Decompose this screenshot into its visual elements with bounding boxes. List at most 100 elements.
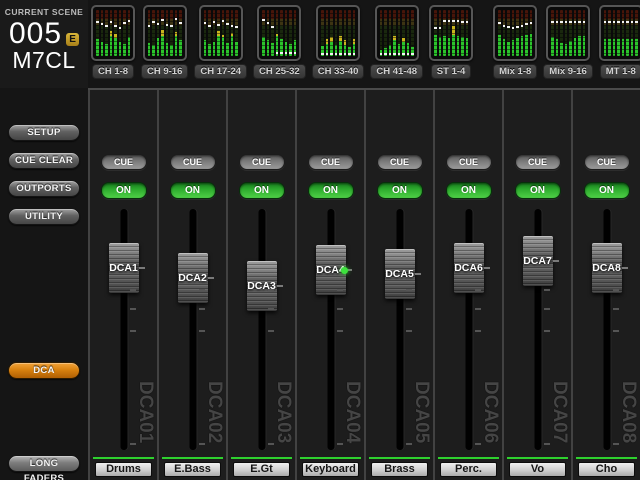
fader-strip-dca04: CUE ON DCA4 DCA04 Keyboard (295, 90, 364, 480)
fader-scale-tick (130, 308, 136, 310)
channel-color-bar (93, 457, 154, 459)
channel-id-vertical-label: DCA06 (479, 381, 501, 453)
meter-bar (222, 10, 225, 56)
fader-cap[interactable]: DCA3 (247, 261, 277, 311)
meter-bank-ch-41-48[interactable]: CH 41-48 (370, 5, 423, 79)
fader-cap[interactable]: DCA6 (454, 243, 484, 293)
channel-on-button[interactable]: ON (101, 182, 147, 199)
fader-scale-tick (199, 308, 205, 310)
channel-on-button[interactable]: ON (377, 182, 423, 199)
fader-rail: DCA5 (366, 209, 433, 400)
fader-strip-dca06: CUE ON DCA6 DCA06 Perc. (433, 90, 502, 480)
channel-name-label: Keyboard (302, 462, 359, 477)
fader-cap[interactable]: DCA7 (523, 236, 553, 286)
fader-cap[interactable]: DCA5 (385, 249, 415, 299)
meter-bar (516, 10, 519, 56)
fader-scale-tick (337, 289, 343, 291)
meter-bank-label: CH 17-24 (194, 64, 247, 79)
meter-bar (276, 10, 279, 56)
scene-panel: CURRENT SCENE 005 E M7CL (0, 0, 88, 88)
fader-cap[interactable]: DCA2 (178, 253, 208, 303)
meter-bar (208, 10, 211, 56)
fader-cap-label: DCA8 (592, 262, 622, 274)
channel-on-button[interactable]: ON (446, 182, 492, 199)
channel-name-label: E.Bass (164, 462, 221, 477)
meter-bar (96, 10, 99, 56)
meter-bank-label: CH 1-8 (92, 64, 134, 79)
sidebar-button-outports[interactable]: OUTPORTS (8, 180, 80, 197)
fader-scale-tick (130, 289, 136, 291)
cue-button[interactable]: CUE (170, 154, 216, 170)
channel-on-button[interactable]: ON (584, 182, 630, 199)
meter-block (143, 5, 187, 61)
meter-bank-label: Mix 9-16 (543, 64, 593, 79)
channel-color-bar (369, 457, 430, 459)
meter-bar (339, 10, 342, 56)
channel-on-button[interactable]: ON (308, 182, 354, 199)
meter-bank-ch-33-40[interactable]: CH 33-40 (312, 5, 365, 79)
meter-bar (398, 10, 401, 56)
meter-bank-mix-1-8[interactable]: Mix 1-8 (493, 5, 537, 79)
meter-bank-mix-9-16[interactable]: Mix 9-16 (543, 5, 593, 79)
sidebar-button-setup[interactable]: SETUP (8, 124, 80, 141)
meter-bar (498, 10, 501, 56)
channel-name-label: Vo (509, 462, 566, 477)
fader-scale-tick (613, 330, 619, 332)
fader-strip-dca02: CUE ON DCA2 DCA02 E.Bass (157, 90, 226, 480)
meter-bar (389, 10, 392, 56)
channel-name-label: Brass (371, 462, 428, 477)
meter-bar (604, 10, 607, 56)
cue-button[interactable]: CUE (446, 154, 492, 170)
meter-block (375, 5, 419, 61)
cue-button[interactable]: CUE (239, 154, 285, 170)
meter-bank-st-1-4[interactable]: ST 1-4 (429, 5, 473, 79)
fader-scale-tick (268, 330, 274, 332)
cue-button[interactable]: CUE (377, 154, 423, 170)
meter-bar (617, 10, 620, 56)
meter-bank-ch-9-16[interactable]: CH 9-16 (141, 5, 188, 79)
meter-bank-ch-25-32[interactable]: CH 25-32 (253, 5, 306, 79)
cue-button[interactable]: CUE (101, 154, 147, 170)
meter-bar (635, 10, 638, 56)
meter-bar (556, 10, 559, 56)
channel-on-button[interactable]: ON (515, 182, 561, 199)
sidebar-button-cue-clear[interactable]: CUE CLEAR (8, 152, 80, 169)
fader-scale-tick (544, 330, 550, 332)
meter-bar (608, 10, 611, 56)
meter-bar (578, 10, 581, 56)
channel-on-button[interactable]: ON (239, 182, 285, 199)
meter-bank-label: ST 1-4 (431, 64, 472, 79)
meter-block (257, 5, 301, 61)
fader-rail: DCA2 (159, 209, 226, 400)
sidebar-button-utility[interactable]: UTILITY (8, 208, 80, 225)
meter-bank-mt-1-8[interactable]: MT 1-8 (599, 5, 640, 79)
meter-block (493, 5, 537, 61)
meter-bar (512, 10, 515, 56)
fader-cap[interactable]: DCA1 (109, 243, 139, 293)
fader-scale-tick (199, 330, 205, 332)
fader-cap-notch (553, 260, 559, 262)
cue-active-dot (341, 267, 348, 274)
fader-scale-tick (544, 289, 550, 291)
fader-rail: DCA3 (228, 209, 295, 400)
cue-button[interactable]: CUE (515, 154, 561, 170)
cue-button[interactable]: CUE (584, 154, 630, 170)
meter-bar (148, 10, 151, 56)
stagemix-app: CURRENT SCENE 005 E M7CL CH 1-8 CH 9-16 … (0, 0, 640, 480)
meter-bar (161, 10, 164, 56)
fader-cap-notch (415, 273, 421, 275)
meter-bar (280, 10, 283, 56)
channel-id-vertical-label: DCA07 (548, 381, 570, 453)
meter-bank-ch-1-8[interactable]: CH 1-8 (91, 5, 135, 79)
channel-on-button[interactable]: ON (170, 182, 216, 199)
fader-scale-tick (406, 308, 412, 310)
meter-bar (119, 10, 122, 56)
scene-edit-badge: E (66, 33, 79, 46)
fader-cap[interactable]: DCA8 (592, 243, 622, 293)
cue-button[interactable]: CUE (308, 154, 354, 170)
dca-bank-button[interactable]: DCA (8, 362, 80, 379)
long-faders-button[interactable]: LONG FADERS (8, 455, 80, 472)
channel-color-bar (507, 457, 568, 459)
meter-bank-ch-17-24[interactable]: CH 17-24 (194, 5, 247, 79)
current-scene-label: CURRENT SCENE (5, 7, 83, 17)
